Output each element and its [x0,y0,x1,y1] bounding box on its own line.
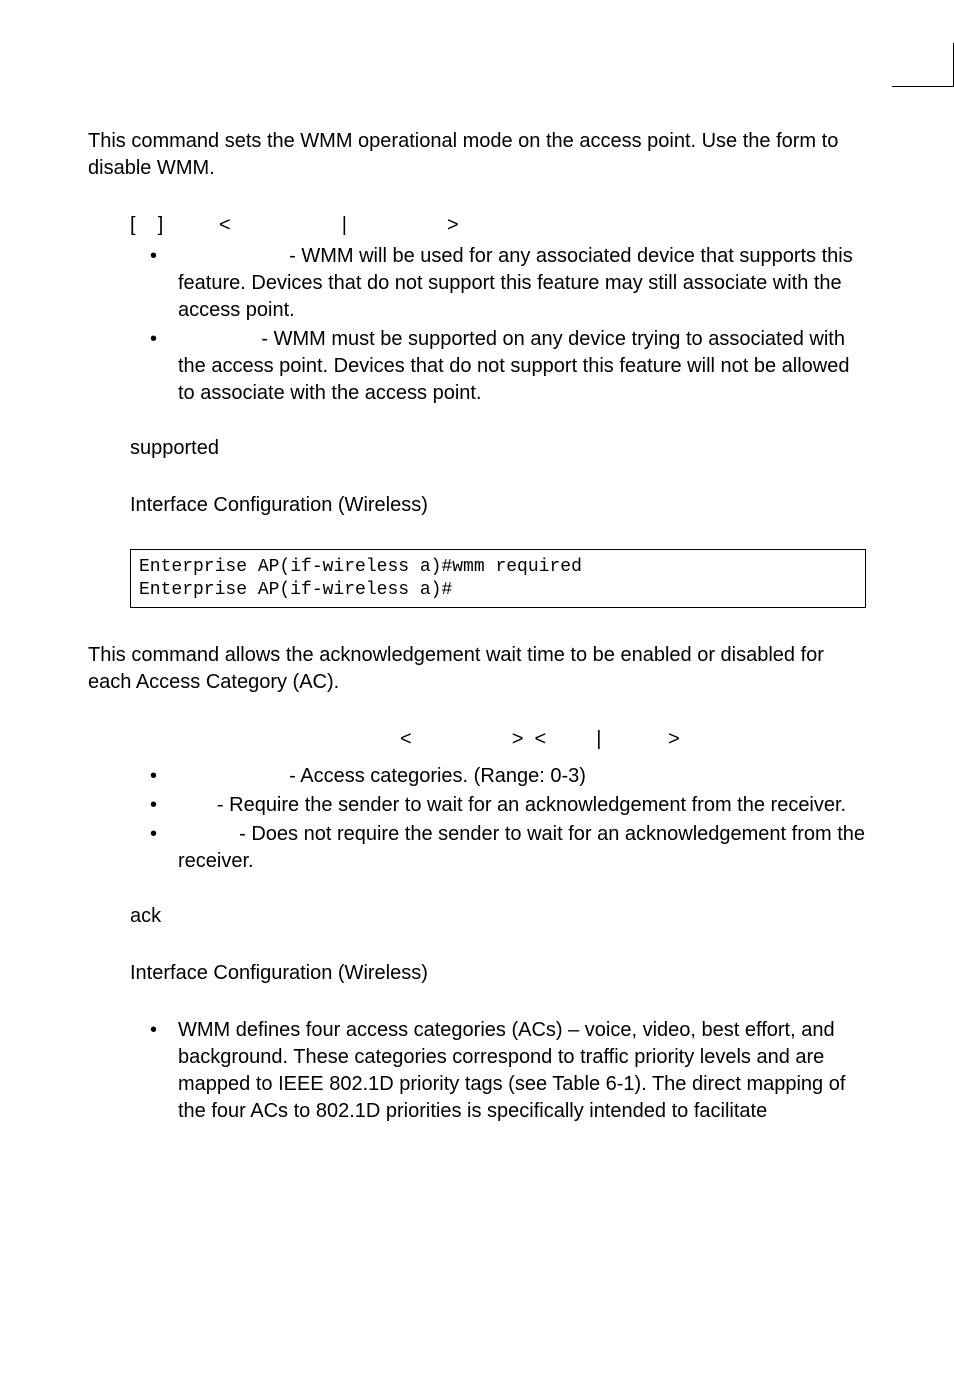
list-item: • WMM defines four access categories (AC… [150,1017,866,1125]
bullet-dot: • [150,326,178,407]
syntax-pipe: | [342,214,347,236]
syntax-bracket-open: [ [130,214,136,236]
example-code-1: Enterprise AP(if-wireless a)#wmm require… [130,549,866,608]
syntax-line-1: [ ] < | > [130,212,866,239]
crop-mark [892,86,954,87]
syntax-gt: > [512,728,524,750]
bullet-text: - Does not require the sender to wait fo… [178,821,866,875]
intro-paragraph-2: This command allows the acknowledgement … [88,642,866,696]
bullet-dot: • [150,243,178,324]
bullet-body: - WMM will be used for any associated de… [178,245,853,321]
usage-bullets: • WMM defines four access categories (AC… [150,1017,866,1125]
bullet-text: - Access categories. (Range: 0-3) [178,763,866,790]
bullet-text: - WMM must be supported on any device tr… [178,326,866,407]
bullet-dot: • [150,763,178,790]
syntax-pipe: | [596,728,601,750]
bullet-text: - Require the sender to wait for an ackn… [178,792,866,819]
bullet-body: - WMM must be supported on any device tr… [178,328,850,404]
default-value-1: supported [130,435,866,462]
command-mode-1: Interface Configuration (Wireless) [130,492,866,519]
bullet-text: - WMM will be used for any associated de… [178,243,866,324]
synt雾-line-2: < > < | > [130,726,866,753]
list-item: • - WMM will be used for any associated … [150,243,866,324]
list-item: • - WMM must be supported on any device … [150,326,866,407]
bullet-body: - Does not require the sender to wait fo… [178,823,865,872]
page-content: This command sets the WMM operational mo… [0,0,954,1213]
syntax-lt: < [400,728,412,750]
ac-bullets: • - Access categories. (Range: 0-3) • - … [150,763,866,875]
bullet-body: WMM defines four access categories (ACs)… [178,1017,866,1125]
intro-paragraph-1: This command sets the WMM operational mo… [88,128,866,182]
syntax-lt: < [219,214,231,236]
bullet-dot: • [150,821,178,875]
bullet-body: - Access categories. (Range: 0-3) [289,765,586,787]
bullet-body: - Require the sender to wait for an ackn… [217,794,846,816]
list-item: • - Require the sender to wait for an ac… [150,792,866,819]
list-item: • - Does not require the sender to wait … [150,821,866,875]
wmm-bullets: • - WMM will be used for any associated … [150,243,866,407]
bullet-dot: • [150,792,178,819]
syntax-lt: < [535,728,547,750]
list-item: • - Access categories. (Range: 0-3) [150,763,866,790]
syntax-bracket-close: ] [158,214,164,236]
bullet-dot: • [150,1017,178,1125]
command-mode-2: Interface Configuration (Wireless) [130,960,866,987]
syntax-gt: > [447,214,459,236]
syntax-gt: > [668,728,680,750]
default-value-2: ack [130,903,866,930]
